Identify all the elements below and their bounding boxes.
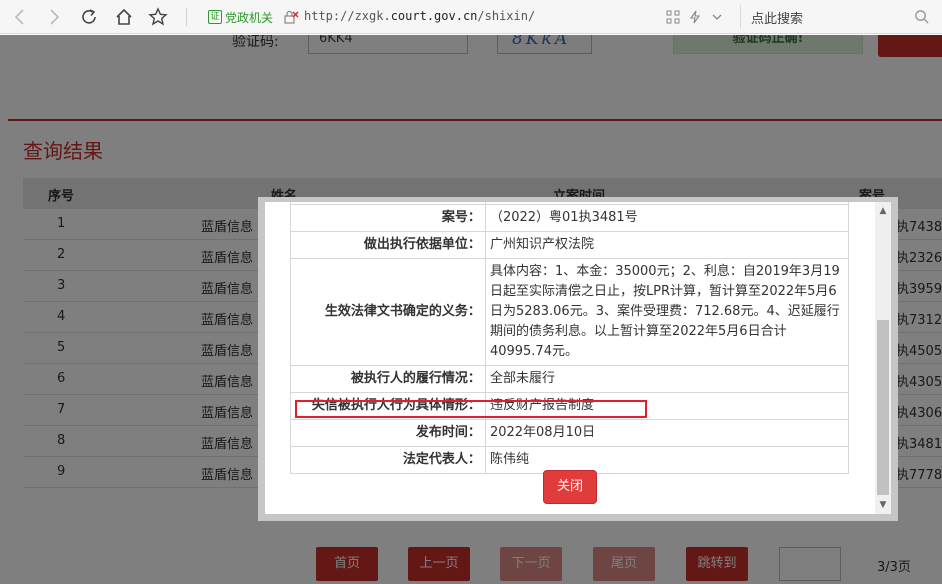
scroll-up-icon[interactable]: ▲: [875, 206, 891, 218]
field-value: （2022）粤01执3481号: [484, 204, 850, 232]
forward-icon[interactable]: [42, 5, 66, 29]
detail-row: 生效法律文书确定的义务： 具体内容：1、本金：35000元；2、利息：自2019…: [290, 258, 850, 366]
modal-scrollbar[interactable]: ▲ ▼: [875, 202, 891, 514]
url-path: /shixin/: [477, 9, 536, 23]
highlight-box: [295, 400, 647, 418]
field-key: 案号: [441, 210, 468, 225]
scroll-down-icon[interactable]: ▼: [875, 500, 891, 512]
url-domain: court.gov.cn: [390, 9, 478, 23]
field-key: 做出执行依据单位: [363, 237, 468, 252]
field-value: 广州知识产权法院: [484, 231, 850, 259]
star-icon[interactable]: [146, 5, 170, 29]
field-value: 陈伟纯: [484, 446, 850, 474]
detail-row: 被执行人的履行情况： 全部未履行: [290, 365, 850, 393]
detail-row: 做出执行依据单位： 广州知识产权法院: [290, 231, 850, 259]
detail-modal: 案号： （2022）粤01执3481号 做出执行依据单位： 广州知识产权法院 生…: [258, 197, 898, 521]
field-key: 被执行人的履行情况: [350, 371, 468, 386]
field-key: 法定代表人: [402, 452, 468, 467]
chevron-down-icon[interactable]: [710, 10, 724, 24]
seal-icon: 证: [208, 10, 222, 24]
field-value: 2022年08月10日: [484, 419, 850, 447]
field-separator: ：: [467, 304, 481, 319]
url-scheme: http://zxgk.: [304, 9, 391, 23]
browser-search-box[interactable]: 点此搜索: [740, 5, 935, 29]
detail-table: 案号： （2022）粤01执3481号 做出执行依据单位： 广州知识产权法院 生…: [290, 202, 850, 474]
gov-badge-label: 党政机关: [225, 10, 274, 25]
field-separator: ：: [467, 210, 481, 225]
scroll-thumb[interactable]: [877, 320, 889, 495]
url-bar[interactable]: http://zxgk.court.gov.cn/shixin/: [304, 9, 535, 23]
field-separator: ：: [467, 237, 481, 252]
field-key: 发布时间: [415, 425, 468, 440]
browser-toolbar: 证 党政机关 http://zxgk.court.gov.cn/shixin/ …: [0, 0, 942, 34]
home-icon[interactable]: [112, 5, 136, 29]
search-icon[interactable]: [914, 9, 929, 24]
field-value: 具体内容：1、本金：35000元；2、利息：自2019年3月19日起至实际清偿之…: [484, 258, 850, 366]
apps-grid-icon[interactable]: [666, 10, 680, 24]
detail-row: 发布时间： 2022年08月10日: [290, 419, 850, 447]
field-separator: ：: [467, 452, 481, 467]
field-value: 全部未履行: [484, 365, 850, 393]
search-label: 点此搜索: [751, 12, 804, 27]
field-separator: ：: [467, 371, 481, 386]
insecure-lock-icon[interactable]: [283, 10, 299, 24]
lightning-icon[interactable]: [688, 10, 702, 24]
refresh-icon[interactable]: [77, 5, 101, 29]
field-separator: ：: [467, 425, 481, 440]
field-key: 生效法律文书确定的义务: [324, 304, 468, 319]
close-button[interactable]: 关闭: [543, 470, 597, 504]
modal-content: 案号： （2022）粤01执3481号 做出执行依据单位： 广州知识产权法院 生…: [265, 202, 877, 512]
toolbar-divider: [186, 8, 187, 26]
detail-row: 案号： （2022）粤01执3481号: [290, 204, 850, 232]
back-icon[interactable]: [8, 5, 32, 29]
gov-badge: 证 党政机关: [208, 9, 273, 25]
